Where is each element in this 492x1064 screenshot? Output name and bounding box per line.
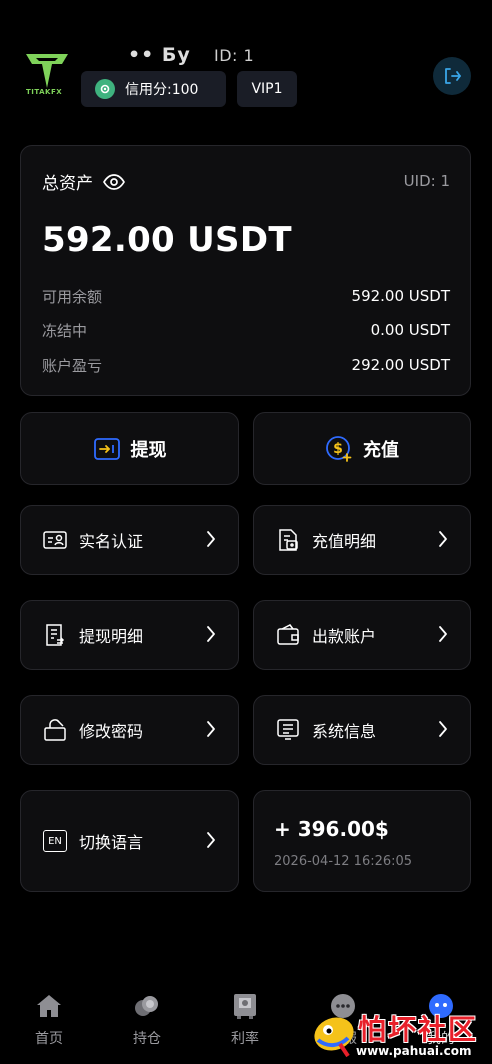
- wallet-icon: [276, 623, 300, 647]
- recharge-label: 充值: [363, 439, 399, 461]
- logout-icon: [442, 66, 462, 86]
- menu-item-system-info[interactable]: 系统信息: [253, 695, 471, 765]
- en-icon-text: EN: [48, 835, 62, 847]
- tab-positions[interactable]: 持仓: [117, 992, 177, 1048]
- menu-label: 修改密码: [79, 722, 144, 741]
- menu-item-change-password[interactable]: 修改密码: [20, 695, 239, 765]
- chevron-right-icon: [206, 720, 216, 738]
- withdraw-icon: [93, 437, 121, 461]
- lock-icon: [43, 718, 67, 742]
- asset-title: 总资产: [42, 169, 125, 194]
- credit-score-badge: 信用分:100: [81, 71, 226, 107]
- chevron-right-icon: [438, 720, 448, 738]
- profit-timestamp: 2026-04-12 16:26:05: [274, 854, 413, 869]
- chevron-right-icon: [206, 625, 216, 643]
- menu-label: 提现明细: [79, 627, 144, 646]
- tab-rate[interactable]: 利率: [215, 992, 275, 1048]
- username: •• Бу: [128, 44, 191, 66]
- recharge-icon: $: [325, 435, 353, 463]
- en-icon: EN: [43, 830, 67, 852]
- watermark: 怕坏社区 www.pahuai.com: [306, 1004, 492, 1064]
- asset-card: 总资产 UID: 1 592.00 USDT 可用余额 592.00 USDT …: [20, 145, 471, 396]
- home-icon: [35, 992, 63, 1020]
- vip-badge: VIP1: [237, 71, 297, 107]
- chevron-right-icon: [206, 530, 216, 548]
- watermark-url: www.pahuai.com: [356, 1044, 472, 1058]
- monitor-icon: [276, 718, 300, 742]
- menu-label: 出款账户: [312, 627, 377, 646]
- receipt-icon: [276, 528, 300, 552]
- balance-row: 冻结中 0.00 USDT: [42, 318, 450, 342]
- user-id: ID: 1: [214, 46, 255, 65]
- id-card-icon: [43, 528, 67, 552]
- uid-label: UID: 1: [403, 172, 450, 190]
- menu-item-withdraw-details[interactable]: 提现明细: [20, 600, 239, 670]
- tab-home[interactable]: 首页: [19, 992, 79, 1048]
- logout-button[interactable]: [433, 57, 471, 95]
- pnl-label: 账户盈亏: [42, 356, 103, 375]
- menu-item-payout-account[interactable]: 出款账户: [253, 600, 471, 670]
- chevron-right-icon: [206, 831, 216, 849]
- available-balance-value: 592.00 USDT: [351, 287, 450, 305]
- menu-label: 实名认证: [79, 532, 144, 551]
- watermark-logo-icon: [310, 1010, 356, 1064]
- coins-icon: [133, 992, 161, 1020]
- menu-label: 充值明细: [312, 532, 377, 551]
- chevron-right-icon: [438, 625, 448, 643]
- frozen-label: 冻结中: [42, 321, 88, 340]
- shield-icon: [95, 79, 115, 99]
- profit-amount: + 396.00$: [274, 817, 389, 841]
- total-balance: 592.00 USDT: [42, 220, 292, 260]
- tab-label: 利率: [231, 1031, 259, 1047]
- menu-label: 系统信息: [312, 722, 377, 741]
- profit-card: + 396.00$ 2026-04-12 16:26:05: [253, 790, 471, 892]
- recharge-button[interactable]: $ 充值: [253, 412, 471, 485]
- balance-row: 可用余额 592.00 USDT: [42, 284, 450, 308]
- chevron-right-icon: [438, 530, 448, 548]
- eye-icon[interactable]: [103, 173, 125, 190]
- credit-score-label: 信用分:100: [125, 82, 199, 98]
- header: TITAKFX •• Бу ID: 1 信用分:100 VIP1: [0, 0, 492, 120]
- safe-icon: [231, 992, 259, 1020]
- menu-item-recharge-details[interactable]: 充值明细: [253, 505, 471, 575]
- pnl-value: 292.00 USDT: [351, 356, 450, 374]
- watermark-text: 怕坏社区: [358, 1013, 479, 1046]
- menu-label: 切换语言: [79, 833, 144, 852]
- available-balance-label: 可用余额: [42, 287, 103, 306]
- balance-row: 账户盈亏 292.00 USDT: [42, 353, 450, 377]
- menu-item-switch-language[interactable]: EN 切换语言: [20, 790, 239, 892]
- menu-item-real-name-verification[interactable]: 实名认证: [20, 505, 239, 575]
- tab-label: 首页: [35, 1031, 63, 1047]
- tab-label: 持仓: [133, 1031, 161, 1047]
- document-icon: [43, 623, 67, 647]
- svg-text:$: $: [333, 441, 343, 457]
- frozen-value: 0.00 USDT: [370, 321, 450, 339]
- withdraw-label: 提现: [130, 439, 167, 461]
- withdraw-button[interactable]: 提现: [20, 412, 239, 485]
- brand-text: TITAKFX: [26, 88, 63, 96]
- asset-title-label: 总资产: [42, 174, 93, 194]
